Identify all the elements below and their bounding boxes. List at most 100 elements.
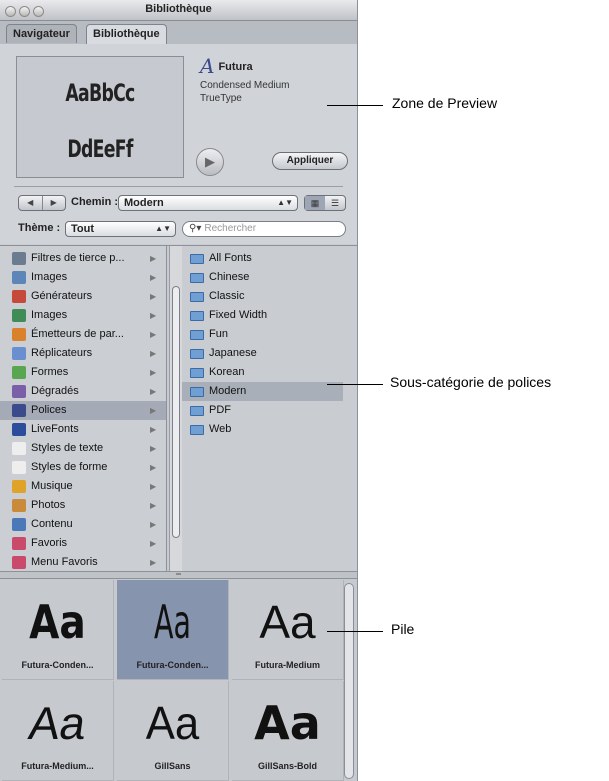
subcategory-label: Fun [209,328,228,340]
category-item[interactable]: Polices ▶ [0,401,166,420]
category-label: Dégradés [31,385,79,397]
category-scrollbar[interactable] [169,246,182,572]
font-info: A Futura Condensed Medium TrueType [200,54,350,104]
favorites-menu-icon [12,556,26,569]
sample-line-1: AaBbCc [65,79,135,107]
emitter-icon [12,328,26,341]
font-icon [12,404,26,417]
pane-splitter[interactable]: ═ [0,571,357,579]
theme-label: Thème : [18,222,61,234]
sample-line-2: DdEeFf [67,135,133,163]
category-item[interactable]: Images ▶ [0,268,166,287]
category-label: Menu Favoris [31,556,98,568]
subcategory-label: Classic [209,290,245,302]
scroll-thumb[interactable] [172,286,180,538]
tab-navigator[interactable]: Navigateur [6,24,77,43]
category-item[interactable]: Images ▶ [0,306,166,325]
category-item[interactable]: Styles de forme ▶ [0,458,166,477]
tab-library[interactable]: Bibliothèque [86,24,167,45]
font-tile[interactable]: Aa GillSans-Bold [232,681,344,781]
updown-arrows-icon: ▲▼ [277,198,293,207]
disclosure-arrow-icon: ▶ [150,444,157,453]
subcategory-item[interactable]: Web [182,420,343,439]
folder-icon [190,368,204,378]
disclosure-arrow-icon: ▶ [150,520,157,529]
folder-icon [190,330,204,340]
font-stack: Aa Futura-Conden... Aa Futura-Conden... Aa Fu… [0,579,357,781]
favorites-icon [12,537,26,550]
font-sample: Aa [145,697,200,749]
callout-preview: Zone de Preview [392,95,498,111]
subcategory-item[interactable]: Fun [182,325,343,344]
folder-icon [190,406,204,416]
play-button[interactable]: ▶ [196,148,224,176]
subcategory-label: Japanese [209,347,257,359]
subcategory-item[interactable]: PDF [182,401,343,420]
title-bar[interactable]: Bibliothèque [0,0,357,21]
category-item[interactable]: LiveFonts ▶ [0,420,166,439]
category-item[interactable]: Menu Favoris ▶ [0,553,166,572]
category-item[interactable]: Émetteurs de par... ▶ [0,325,166,344]
theme-select[interactable]: Tout ▲▼ [65,221,176,237]
subcategory-item[interactable]: Japanese [182,344,343,363]
font-glyph-icon: A [200,54,215,78]
category-item[interactable]: Formes ▶ [0,363,166,382]
font-preview-sample: AaBbCc DdEeFf [16,56,184,178]
subcategory-item[interactable]: Chinese [182,268,343,287]
category-item[interactable]: Styles de texte ▶ [0,439,166,458]
subcategory-item[interactable]: Fixed Width [182,306,343,325]
category-item[interactable]: Contenu ▶ [0,515,166,534]
path-select[interactable]: Modern ▲▼ [118,195,298,211]
callout-line-subcategory [327,384,383,385]
category-item[interactable]: Photos ▶ [0,496,166,515]
category-item[interactable]: Dégradés ▶ [0,382,166,401]
subcategory-label: Korean [209,366,245,378]
list-view-icon[interactable]: ☰ [325,196,345,210]
gradient-icon [12,385,26,398]
font-tile[interactable]: Aa Futura-Medium [232,580,344,680]
font-sample: Aa [259,596,316,648]
font-sample: Aa [29,595,86,649]
updown-arrows-icon: ▲▼ [155,224,171,233]
callout-line-stack [327,631,383,632]
disclosure-arrow-icon: ▶ [150,292,157,301]
category-item[interactable]: Musique ▶ [0,477,166,496]
apply-button[interactable]: Appliquer [272,152,348,170]
font-tile[interactable]: Aa Futura-Conden... [2,580,114,680]
category-item[interactable]: Favoris ▶ [0,534,166,553]
category-item[interactable]: Filtres de tierce p... ▶ [0,249,166,268]
subcategory-label: Web [209,423,232,435]
search-field[interactable]: ⚲▾ Rechercher [182,221,346,237]
forward-arrow-icon[interactable]: ▶ [41,196,66,210]
content-icon [12,518,26,531]
search-icon: ⚲▾ [189,223,202,234]
category-label: Polices [31,404,67,416]
subcategory-item[interactable]: Modern [182,382,343,401]
browser-lists: Filtres de tierce p... ▶ Images ▶ Générateur… [0,245,357,572]
path-select-value: Modern [124,197,164,209]
font-caption: GillSans-Bold [257,761,317,771]
font-tile[interactable]: Aa GillSans [117,681,229,781]
back-arrow-icon[interactable]: ◀ [19,196,42,210]
category-item[interactable]: Réplicateurs ▶ [0,344,166,363]
callout-stack: Pile [391,621,415,637]
grid-view-icon[interactable]: ▦ [305,196,325,210]
disclosure-arrow-icon: ▶ [150,273,157,282]
disclosure-arrow-icon: ▶ [150,254,157,263]
category-list: Filtres de tierce p... ▶ Images ▶ Générateur… [0,246,167,572]
subcategory-item[interactable]: Korean [182,363,343,382]
music-icon [12,480,26,493]
font-tile[interactable]: Aa Futura-Conden... [117,580,229,680]
tab-bar: Navigateur Bibliothèque [0,21,357,45]
shape-style-icon [12,461,26,474]
disclosure-arrow-icon: ▶ [150,330,157,339]
subcategory-item[interactable]: All Fonts [182,249,343,268]
category-label: Émetteurs de par... [31,328,124,340]
stack-scrollbar[interactable] [344,583,354,779]
font-tile[interactable]: Aa Futura-Medium... [2,681,114,781]
category-item[interactable]: Générateurs ▶ [0,287,166,306]
subcategory-item[interactable]: Classic [182,287,343,306]
window-title: Bibliothèque [145,3,212,15]
category-label: Musique [31,480,73,492]
image-icon [12,309,26,322]
